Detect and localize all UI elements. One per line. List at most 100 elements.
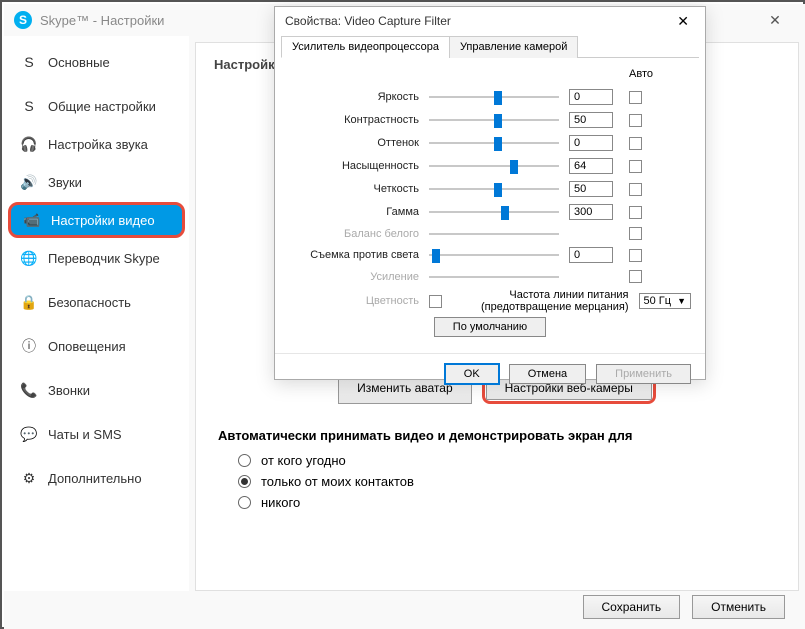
sidebar-item-video[interactable]: 📹Настройки видео xyxy=(8,202,185,238)
slider-value-box[interactable]: 300 xyxy=(569,204,613,220)
slider-5[interactable] xyxy=(429,206,559,218)
sidebar-item-security[interactable]: 🔒 Безопасность xyxy=(8,284,185,320)
flicker-combobox[interactable]: 50 Гц ▼ xyxy=(639,293,691,309)
auto-checkbox[interactable] xyxy=(629,114,642,127)
slider-value-box[interactable]: 50 xyxy=(569,112,613,128)
auto-checkbox[interactable] xyxy=(629,270,642,283)
camera-icon: 📹 xyxy=(23,211,41,229)
radio-contacts[interactable]: только от моих контактов xyxy=(238,474,780,489)
slider-label: Усиление xyxy=(289,271,419,283)
radio-icon xyxy=(238,496,251,509)
slider-thumb[interactable] xyxy=(494,91,502,105)
sidebar-item-label: Безопасность xyxy=(48,295,131,310)
slider-value-box[interactable]: 50 xyxy=(569,181,613,197)
slider-thumb[interactable] xyxy=(501,206,509,220)
tab-camera-control[interactable]: Управление камерой xyxy=(449,36,578,58)
sidebar-item-translator[interactable]: 🌐 Переводчик Skype xyxy=(8,240,185,276)
skype-icon: S xyxy=(20,53,38,71)
slider-4[interactable] xyxy=(429,183,559,195)
slider-6 xyxy=(429,228,559,240)
slider-label: Контрастность xyxy=(289,114,419,126)
slider-label: Оттенок xyxy=(289,137,419,149)
dialog-cancel-button[interactable]: Отмена xyxy=(509,364,586,384)
main-close-button[interactable]: ✕ xyxy=(755,12,795,29)
sidebar-item-sounds[interactable]: 🔊Звуки xyxy=(8,164,185,200)
slider-thumb[interactable] xyxy=(494,114,502,128)
info-icon: ⓘ xyxy=(20,337,38,355)
slider-0[interactable] xyxy=(429,91,559,103)
sidebar-item-audio[interactable]: 🎧 Настройка звука xyxy=(8,126,185,162)
slider-value-box[interactable]: 0 xyxy=(569,89,613,105)
dialog-close-button[interactable]: ✕ xyxy=(671,13,695,30)
radio-icon xyxy=(238,475,251,488)
globe-icon: 🌐 xyxy=(20,249,38,267)
lock-icon: 🔒 xyxy=(20,293,38,311)
slider-label: Яркость xyxy=(289,91,419,103)
slider-thumb[interactable] xyxy=(510,160,518,174)
sidebar-item-calls[interactable]: 📞 Звонки xyxy=(8,372,185,408)
auto-checkbox[interactable] xyxy=(629,249,642,262)
auto-checkbox[interactable] xyxy=(629,160,642,173)
slider-3[interactable] xyxy=(429,160,559,172)
slider-8 xyxy=(429,271,559,283)
slider-label: Баланс белого xyxy=(289,228,419,240)
auto-checkbox[interactable] xyxy=(629,91,642,104)
defaults-button[interactable]: По умолчанию xyxy=(434,317,546,337)
slider-thumb[interactable] xyxy=(494,137,502,151)
flicker-value: 50 Гц xyxy=(644,295,672,307)
auto-checkbox[interactable] xyxy=(629,137,642,150)
skype-icon: S xyxy=(20,97,38,115)
slider-label: Съемка против света xyxy=(289,249,419,261)
sidebar-item-notifications[interactable]: ⓘ Оповещения xyxy=(8,328,185,364)
color-checkbox[interactable] xyxy=(429,295,442,308)
slider-value-box[interactable]: 0 xyxy=(569,247,613,263)
apply-button[interactable]: Применить xyxy=(596,364,691,384)
slider-label: Гамма xyxy=(289,206,419,218)
sidebar-item-label: Общие настройки xyxy=(48,99,156,114)
tab-video-amp[interactable]: Усилитель видеопроцессора xyxy=(281,36,450,58)
slider-label: Насыщенность xyxy=(289,160,419,172)
sidebar-item-label: Основные xyxy=(48,55,110,70)
slider-7[interactable] xyxy=(429,249,559,261)
auto-checkbox[interactable] xyxy=(629,183,642,196)
speaker-icon: 🔊 xyxy=(20,173,38,191)
save-button[interactable]: Сохранить xyxy=(583,595,681,619)
radio-nobody[interactable]: никого xyxy=(238,495,780,510)
color-label: Цветность xyxy=(289,295,419,307)
sidebar-item-label: Переводчик Skype xyxy=(48,251,160,266)
cancel-button[interactable]: Отменить xyxy=(692,595,785,619)
flicker-label: Частота линии питания (предотвращение ме… xyxy=(479,289,629,313)
video-capture-filter-dialog: Свойства: Video Capture Filter ✕ Усилите… xyxy=(274,6,706,380)
ok-button[interactable]: OK xyxy=(445,364,499,384)
headset-icon: 🎧 xyxy=(20,135,38,153)
sidebar-item-advanced[interactable]: ⚙ Дополнительно xyxy=(8,460,185,496)
chat-icon: 💬 xyxy=(20,425,38,443)
radio-label: от кого угодно xyxy=(261,453,346,468)
chevron-down-icon: ▼ xyxy=(677,296,686,306)
sidebar: S Основные S Общие настройки 🎧 Настройка зв… xyxy=(4,36,189,591)
sidebar-item-chats[interactable]: 💬 Чаты и SMS xyxy=(8,416,185,452)
sidebar-item-general[interactable]: S Общие настройки xyxy=(8,88,185,124)
skype-logo-icon: S xyxy=(14,11,32,29)
gear-icon: ⚙ xyxy=(20,469,38,487)
radio-label: никого xyxy=(261,495,300,510)
sidebar-item-label: Чаты и SMS xyxy=(48,427,122,442)
sidebar-item-label: Настройка звука xyxy=(48,137,148,152)
auto-receive-label: Автоматически принимать видео и демонстр… xyxy=(218,428,780,443)
slider-1[interactable] xyxy=(429,114,559,126)
sidebar-item-label: Звонки xyxy=(48,383,90,398)
auto-checkbox[interactable] xyxy=(629,206,642,219)
slider-2[interactable] xyxy=(429,137,559,149)
slider-thumb[interactable] xyxy=(494,183,502,197)
slider-value-box[interactable]: 0 xyxy=(569,135,613,151)
sidebar-item-main[interactable]: S Основные xyxy=(8,44,185,80)
sidebar-item-label: Дополнительно xyxy=(48,471,142,486)
sidebar-item-label: Оповещения xyxy=(48,339,126,354)
slider-thumb[interactable] xyxy=(432,249,440,263)
radio-label: только от моих контактов xyxy=(261,474,414,489)
auto-checkbox[interactable] xyxy=(629,227,642,240)
radio-anyone[interactable]: от кого угодно xyxy=(238,453,780,468)
phone-icon: 📞 xyxy=(20,381,38,399)
slider-value-box[interactable]: 64 xyxy=(569,158,613,174)
slider-label: Четкость xyxy=(289,183,419,195)
